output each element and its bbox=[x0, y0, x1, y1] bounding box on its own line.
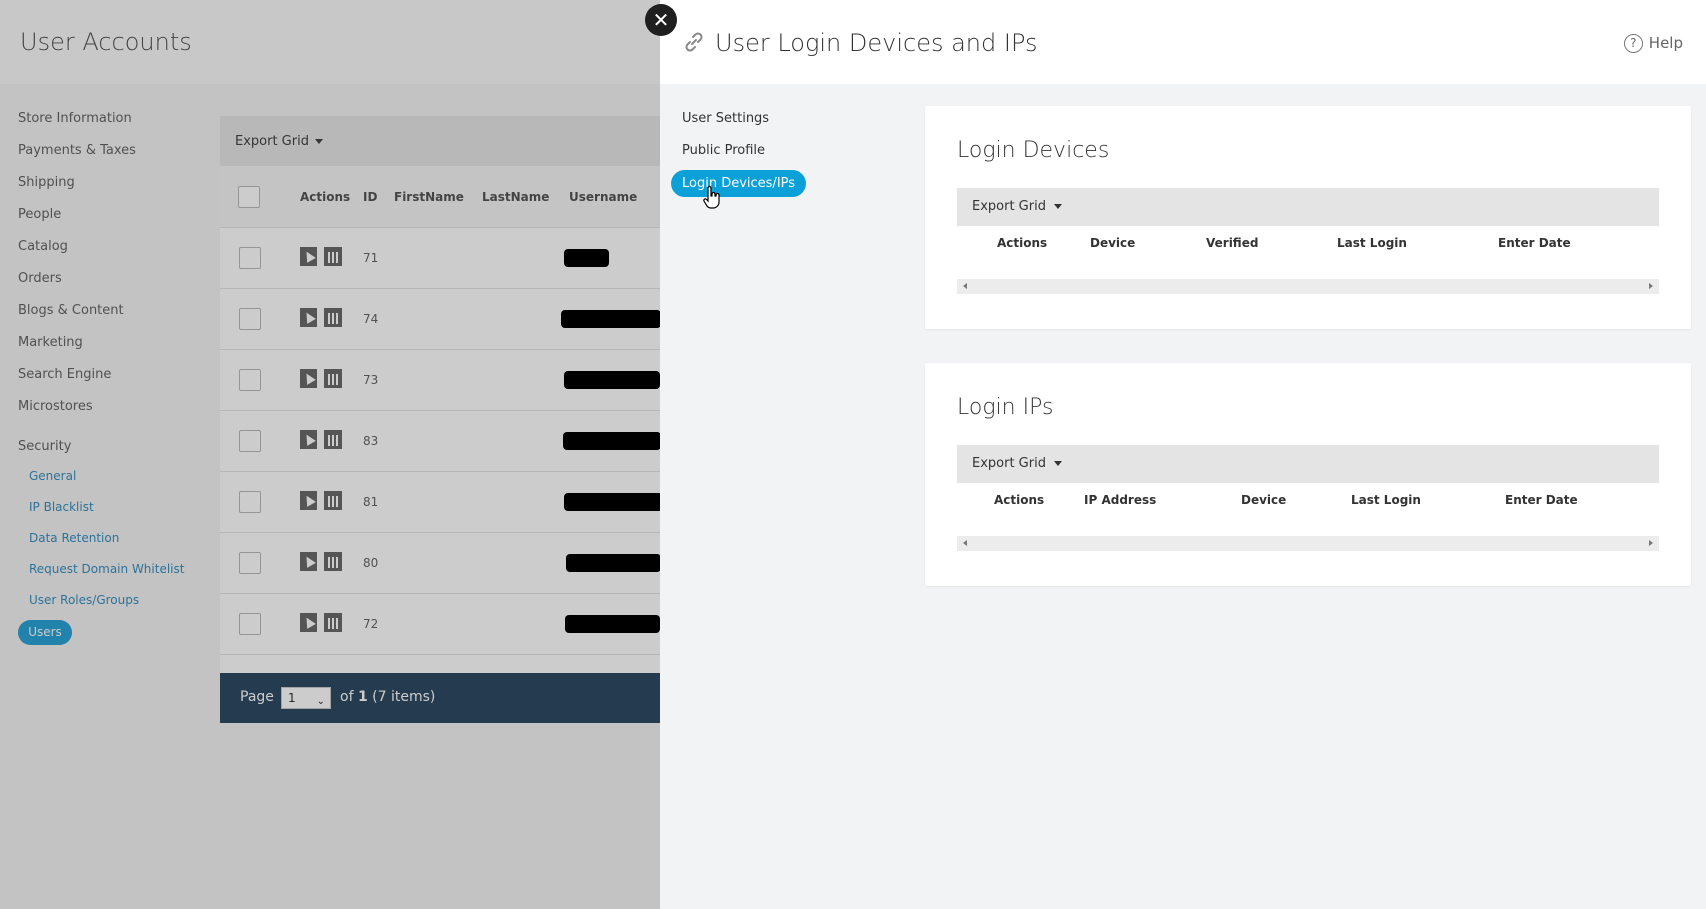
horizontal-scrollbar[interactable] bbox=[957, 536, 1659, 551]
export-grid-label: Export Grid bbox=[972, 456, 1046, 471]
column-header-last-login[interactable]: Last Login bbox=[1351, 493, 1421, 507]
column-header-actions[interactable]: Actions bbox=[997, 236, 1047, 250]
close-panel-button[interactable]: ✕ bbox=[645, 4, 677, 36]
hand-pointer-cursor-icon bbox=[703, 186, 720, 209]
scroll-left-arrow-icon[interactable] bbox=[963, 540, 967, 546]
panel-nav-login-devices-ips[interactable]: Login Devices/IPs bbox=[671, 170, 807, 197]
login-ips-title: Login IPs bbox=[957, 395, 1054, 420]
help-button[interactable]: ? Help bbox=[1623, 34, 1683, 53]
column-header-device[interactable]: Device bbox=[1090, 236, 1135, 250]
scroll-right-arrow-icon[interactable] bbox=[1649, 283, 1653, 289]
panel-nav-public-profile[interactable]: Public Profile bbox=[682, 143, 765, 158]
help-circle-icon: ? bbox=[1623, 34, 1643, 53]
link-icon bbox=[685, 32, 703, 52]
column-header-enter-date[interactable]: Enter Date bbox=[1498, 236, 1571, 250]
login-devices-toolbar: Export Grid bbox=[957, 188, 1659, 226]
scroll-right-arrow-icon[interactable] bbox=[1649, 540, 1653, 546]
caret-down-icon bbox=[1053, 461, 1062, 466]
help-label: Help bbox=[1648, 34, 1683, 52]
user-login-devices-panel: User Login Devices and IPs ? Help User Se… bbox=[660, 0, 1706, 909]
column-header-actions[interactable]: Actions bbox=[994, 493, 1044, 507]
modal-backdrop[interactable] bbox=[0, 0, 660, 909]
column-header-ip-address[interactable]: IP Address bbox=[1084, 493, 1156, 507]
column-header-enter-date[interactable]: Enter Date bbox=[1505, 493, 1578, 507]
column-header-verified[interactable]: Verified bbox=[1206, 236, 1258, 250]
export-grid-label: Export Grid bbox=[972, 199, 1046, 214]
login-ips-export-grid-button[interactable]: Export Grid bbox=[972, 456, 1062, 471]
panel-title: User Login Devices and IPs bbox=[715, 29, 1038, 57]
panel-nav-user-settings[interactable]: User Settings bbox=[682, 111, 769, 126]
login-ips-toolbar: Export Grid bbox=[957, 445, 1659, 483]
login-devices-title: Login Devices bbox=[957, 138, 1110, 163]
login-devices-export-grid-button[interactable]: Export Grid bbox=[972, 199, 1062, 214]
column-header-last-login[interactable]: Last Login bbox=[1337, 236, 1407, 250]
scroll-left-arrow-icon[interactable] bbox=[963, 283, 967, 289]
column-header-device[interactable]: Device bbox=[1241, 493, 1286, 507]
horizontal-scrollbar[interactable] bbox=[957, 279, 1659, 294]
login-ips-card: Login IPs Export Grid Actions IP Address… bbox=[925, 363, 1691, 586]
panel-header: User Login Devices and IPs ? Help bbox=[660, 0, 1706, 84]
caret-down-icon bbox=[1053, 204, 1062, 209]
login-devices-card: Login Devices Export Grid Actions Device… bbox=[925, 106, 1691, 329]
